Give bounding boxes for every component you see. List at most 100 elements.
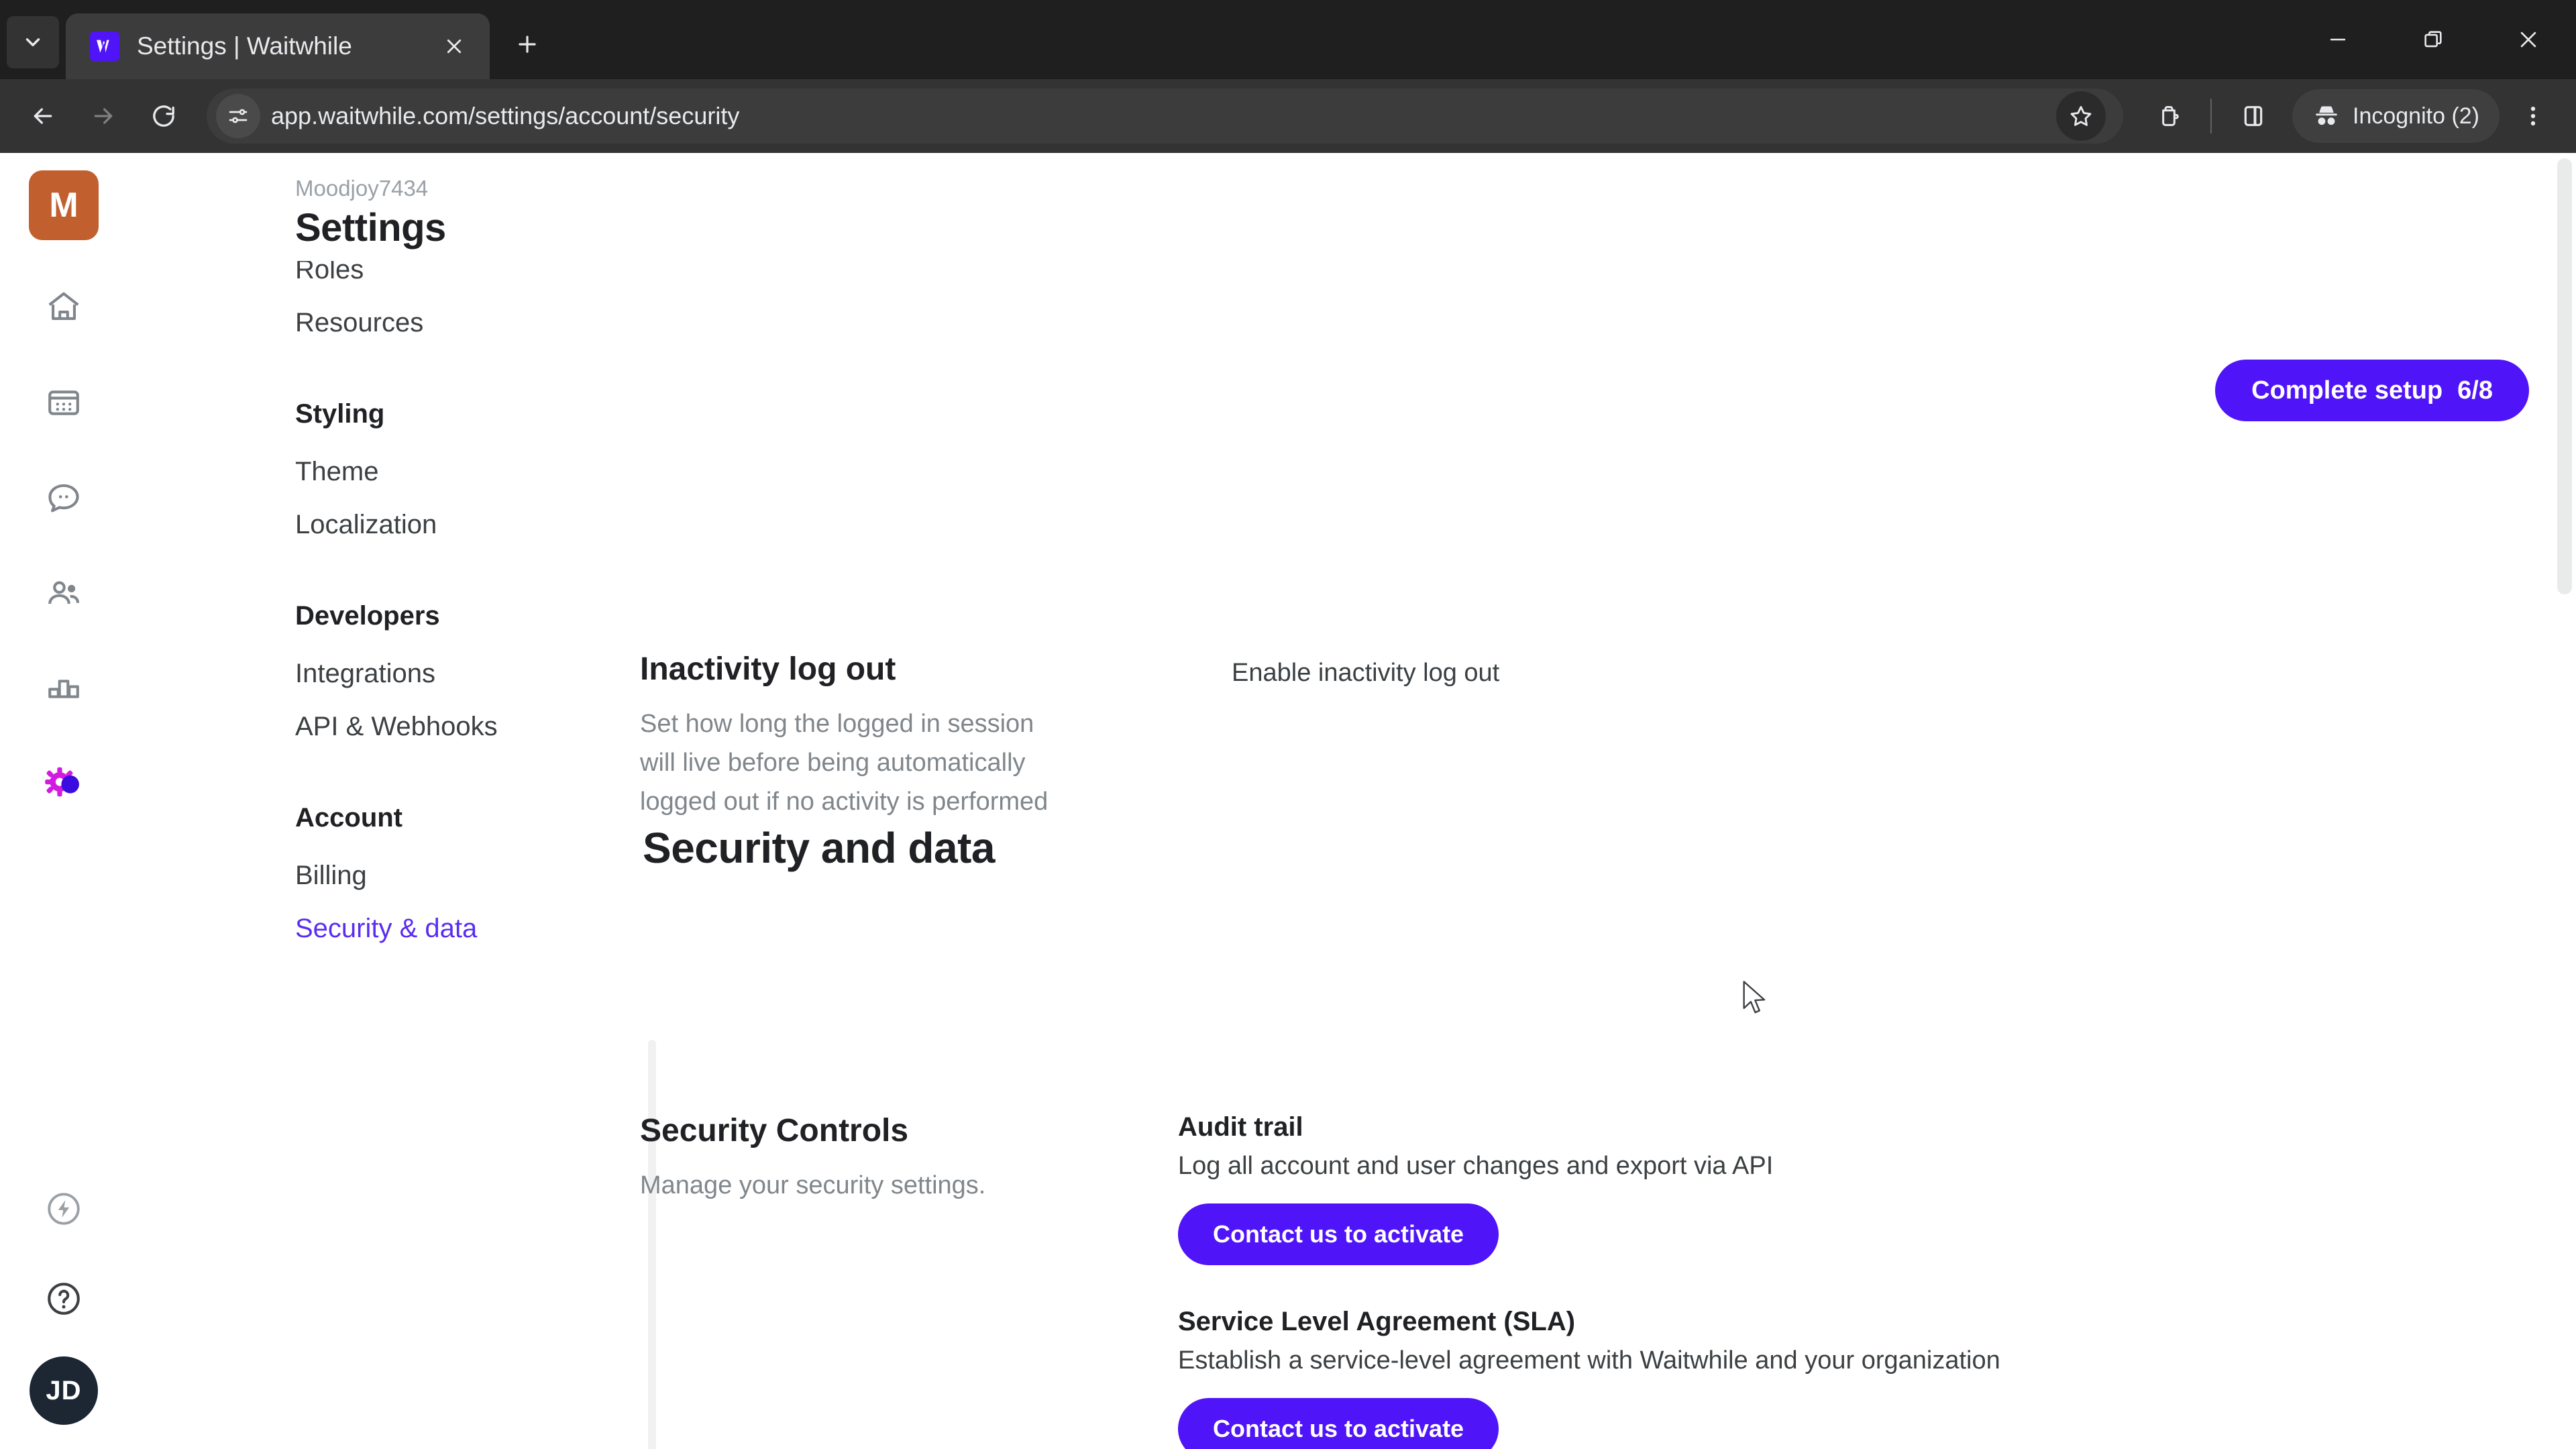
chat-icon	[48, 484, 79, 513]
settings-gear-icon	[45, 767, 79, 797]
tab-search-button[interactable]	[7, 16, 59, 68]
reload-icon	[153, 105, 174, 127]
window-controls	[2290, 0, 2576, 79]
section-security-description-col: Security Controls Manage your security s…	[640, 1112, 1103, 1449]
card-title: Service Level Agreement (SLA)	[1178, 1307, 1576, 1336]
side-panel-icon	[2244, 106, 2263, 126]
settings-nav-list: Roles Resources Styling Theme Localizati…	[127, 261, 530, 1442]
star-icon	[2070, 106, 2092, 126]
extensions-button[interactable]	[2142, 89, 2196, 143]
rail-item-messages[interactable]	[32, 466, 96, 530]
people-icon	[48, 581, 80, 604]
sidebar-item-security-data[interactable]: Security & data	[295, 902, 530, 955]
sidebar-item-resources[interactable]: Resources	[295, 297, 530, 350]
section-security-cards: Audit trail Log all account and user cha…	[1103, 1112, 2576, 1449]
tune-icon	[229, 109, 248, 123]
toolbar-divider	[2210, 99, 2212, 133]
sidebar-item-integrations[interactable]: Integrations	[295, 647, 530, 700]
close-window-button[interactable]	[2481, 0, 2576, 79]
rail-bottom-group: JD	[30, 1177, 98, 1449]
waitwhile-favicon-icon	[90, 32, 119, 61]
restore-icon	[2424, 31, 2442, 48]
card-title: Audit trail	[1178, 1112, 1303, 1142]
settings-content: Complete setup 6/8 Security and data Ina…	[530, 153, 2576, 1449]
card-description: Log all account and user changes and exp…	[1178, 1152, 1774, 1180]
rail-item-help[interactable]	[32, 1267, 96, 1331]
maximize-button[interactable]	[2385, 0, 2481, 79]
section-description: Manage your security settings.	[640, 1171, 986, 1199]
arrow-left-icon	[34, 108, 52, 124]
user-avatar[interactable]: JD	[30, 1356, 98, 1425]
bar-chart-icon	[48, 680, 79, 698]
sidebar-item-billing[interactable]: Billing	[295, 849, 530, 902]
back-button[interactable]	[16, 89, 70, 143]
sidebar-item-roles[interactable]: Roles	[295, 261, 530, 297]
url-text: app.waitwhile.com/settings/account/secur…	[271, 102, 740, 129]
sidebar-group-styling: Styling	[295, 399, 385, 429]
minimize-button[interactable]	[2290, 0, 2385, 79]
rail-item-whats-new[interactable]	[32, 1177, 96, 1241]
section-title: Inactivity log out	[640, 651, 896, 687]
sidebar-item-api-webhooks[interactable]: API & Webhooks	[295, 700, 530, 753]
address-bar[interactable]: app.waitwhile.com/settings/account/secur…	[207, 89, 2123, 144]
mouse-cursor	[1743, 981, 1766, 1014]
incognito-label: Incognito (2)	[2353, 103, 2479, 129]
calendar-icon	[48, 390, 79, 415]
tab-title: Settings | Waitwhile	[137, 32, 352, 60]
bookmark-star-button[interactable]	[2056, 91, 2106, 141]
account-name: Moodjoy7434	[295, 176, 429, 201]
site-settings-button[interactable]	[216, 94, 260, 138]
workspace-logo[interactable]: M	[29, 170, 99, 240]
chevron-down-icon	[25, 38, 40, 46]
browser-toolbar: app.waitwhile.com/settings/account/secur…	[0, 79, 2576, 153]
extensions-icon	[2162, 106, 2179, 126]
enable-inactivity-logout-label[interactable]: Enable inactivity log out	[1232, 659, 2576, 688]
rail-item-analytics[interactable]	[32, 656, 96, 720]
more-vertical-icon	[2530, 107, 2536, 125]
section-inactivity-controls: Enable inactivity log out	[1103, 651, 2576, 821]
tab-close-button[interactable]	[436, 28, 472, 64]
incognito-indicator[interactable]: Incognito (2)	[2292, 89, 2500, 143]
forward-button[interactable]	[76, 89, 130, 143]
card-description: Establish a service-level agreement with…	[1178, 1346, 2000, 1375]
complete-setup-progress: 6/8	[2457, 376, 2493, 405]
tab-strip: Settings | Waitwhile	[0, 0, 2576, 79]
close-icon	[447, 39, 462, 54]
bolt-icon	[48, 1193, 80, 1225]
sidebar-group-developers: Developers	[295, 601, 440, 631]
complete-setup-label: Complete setup	[2251, 376, 2443, 405]
section-description: Set how long the logged in session will …	[640, 710, 1049, 816]
app-viewport: M JD Moodjoy7434 Settings Roles Resource…	[0, 153, 2576, 1449]
sidebar-item-theme[interactable]: Theme	[295, 445, 530, 498]
browser-window: Settings | Waitwhile app.waitwhile.com/s…	[0, 0, 2576, 1449]
rail-item-home[interactable]	[32, 275, 96, 339]
section-inactivity-description-col: Inactivity log out Set how long the logg…	[640, 651, 1103, 821]
settings-nav: Moodjoy7434 Settings Roles Resources Sty…	[127, 153, 656, 1449]
content-heading: Security and data	[643, 824, 996, 872]
arrow-right-icon	[94, 108, 113, 124]
new-tab-button[interactable]	[502, 19, 553, 70]
main-scrollbar[interactable]	[2557, 158, 2572, 594]
chrome-menu-button[interactable]	[2506, 89, 2560, 143]
section-title: Security Controls	[640, 1113, 909, 1148]
reload-button[interactable]	[137, 89, 191, 143]
section-security-controls: Security Controls Manage your security s…	[640, 1112, 2576, 1449]
app-icon-rail: M JD	[0, 153, 127, 1449]
complete-setup-button[interactable]: Complete setup 6/8	[2215, 360, 2529, 421]
plus-icon	[519, 36, 536, 53]
rail-item-settings[interactable]	[32, 751, 96, 816]
browser-tab[interactable]: Settings | Waitwhile	[66, 13, 490, 79]
sla-contact-button[interactable]: Contact us to activate	[1178, 1398, 1499, 1449]
rail-item-schedule[interactable]	[32, 370, 96, 435]
help-icon	[48, 1283, 80, 1315]
sidebar-item-localization[interactable]: Localization	[295, 498, 530, 551]
minimize-icon	[2330, 38, 2346, 41]
rail-item-customers[interactable]	[32, 561, 96, 625]
incognito-icon	[2316, 106, 2337, 125]
page-title: Settings	[295, 206, 446, 250]
card-sla: Service Level Agreement (SLA) Establish …	[1178, 1307, 2576, 1449]
side-panel-button[interactable]	[2226, 89, 2280, 143]
close-icon	[2520, 32, 2536, 48]
audit-trail-contact-button[interactable]: Contact us to activate	[1178, 1203, 1499, 1265]
sidebar-group-account: Account	[295, 803, 402, 833]
